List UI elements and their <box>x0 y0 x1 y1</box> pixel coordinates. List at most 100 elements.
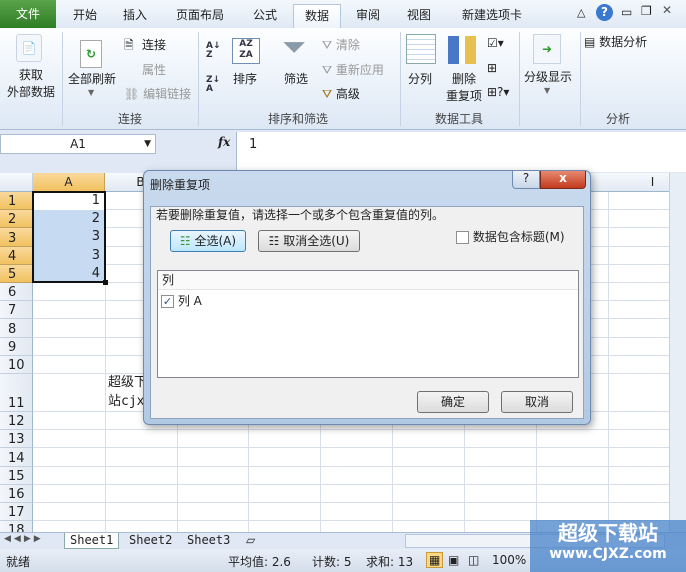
restore-icon[interactable]: ❐ <box>641 4 652 18</box>
vertical-scrollbar[interactable] <box>669 173 686 532</box>
tab-review[interactable]: 审阅 <box>344 4 392 28</box>
sort-button[interactable]: 排序 <box>233 70 257 87</box>
instruction-text: 若要删除重复值，请选择一个或多个包含重复值的列。 <box>156 208 445 222</box>
row-header-3[interactable]: 3 <box>0 228 33 247</box>
outline-button[interactable]: 分级显示 <box>524 68 572 85</box>
sheet-tab-2[interactable]: Sheet2 <box>124 533 177 549</box>
select-all-corner[interactable] <box>0 173 33 192</box>
reapply-button[interactable]: ⛛ 重新应用 <box>322 61 384 78</box>
group-label: 数据工具 <box>434 112 483 126</box>
zoom-level[interactable]: 100% <box>492 553 526 567</box>
refresh-all-button[interactable]: 全部刷新 <box>68 70 116 87</box>
tab-formulas[interactable]: 公式 <box>240 4 290 28</box>
label: 外部数据 <box>6 85 55 99</box>
minimize-icon[interactable]: ▭ <box>621 5 632 19</box>
insert-sheet-icon[interactable]: ▱ <box>246 533 255 547</box>
tab-data[interactable]: 数据 <box>293 4 341 28</box>
row-header-16[interactable]: 16 <box>0 484 33 503</box>
close-icon[interactable]: ✕ <box>662 3 672 17</box>
properties-button[interactable]: 属性 <box>142 61 166 78</box>
ok-button[interactable]: 确定 <box>417 391 489 413</box>
row-header-7[interactable]: 7 <box>0 301 33 320</box>
tab-file[interactable]: 文件 <box>0 0 56 28</box>
consolidate-icon[interactable]: ⊞ <box>487 61 497 75</box>
row-header-2[interactable]: 2 <box>0 210 33 229</box>
row-header-17[interactable]: 17 <box>0 503 33 522</box>
row-header-4[interactable]: 4 <box>0 246 33 265</box>
cell-a2[interactable]: 2 <box>34 210 104 228</box>
clear-filter-icon: ⛛ <box>322 38 333 52</box>
row-header-10[interactable]: 10 <box>0 355 33 374</box>
chevron-down-icon[interactable]: ▼ <box>144 135 151 154</box>
tab-home[interactable]: 开始 <box>60 4 110 28</box>
tab-insert[interactable]: 插入 <box>112 4 158 28</box>
edit-links-button[interactable]: ⛓ 编辑链接 <box>124 85 191 102</box>
status-average: 平均值: 2.6 <box>228 555 291 569</box>
help-button[interactable]: ? <box>512 171 540 189</box>
checkbox-checked[interactable]: ✓ <box>161 295 174 308</box>
checkbox[interactable] <box>456 231 469 244</box>
connections-button[interactable]: 连接 <box>142 36 166 53</box>
ribbon-tabs: 文件 开始 插入 页面布局 公式 数据 审阅 视图 新建选项卡 △ ? ▭ ❐ … <box>0 0 686 28</box>
what-if-icon[interactable]: ⊞?▾ <box>487 85 509 99</box>
clear-button[interactable]: ⛛ 清除 <box>322 36 360 53</box>
row-header-8[interactable]: 8 <box>0 319 33 338</box>
dropdown-arrow-icon[interactable]: ▼ <box>88 88 94 97</box>
get-external-data-button[interactable]: 获取 外部数据 <box>6 66 56 100</box>
gridline <box>608 192 609 532</box>
row-header-9[interactable]: 9 <box>0 337 33 356</box>
tab-new[interactable]: 新建选项卡 <box>450 4 534 28</box>
select-all-button[interactable]: ☷ 全选(A) <box>170 230 246 252</box>
link-icon: ⛓ <box>124 87 140 101</box>
status-sum: 求和: 13 <box>366 555 414 569</box>
label: 编辑链接 <box>143 87 192 101</box>
page-break-view-icon[interactable]: ◫ <box>468 553 479 567</box>
sort-z-a-icon[interactable]: Z↓ A <box>206 76 220 94</box>
cancel-button[interactable]: 取消 <box>501 391 573 413</box>
watermark-text: 超级下载站 <box>558 521 658 545</box>
unselect-all-icon: ☷ <box>268 234 280 248</box>
column-header-a[interactable]: A <box>33 173 105 192</box>
cell-a4[interactable]: 3 <box>34 247 104 265</box>
sheet-nav-arrows-icon[interactable]: ◀◀▶▶ <box>4 534 44 544</box>
row-header-1[interactable]: 1 <box>0 192 33 211</box>
group-label: 分析 <box>605 112 630 126</box>
data-analysis-button[interactable]: ▤ 数据分析 <box>584 33 647 50</box>
row-header-6[interactable]: 6 <box>0 283 33 302</box>
data-validation-icon[interactable]: ☑▾ <box>487 36 504 50</box>
minimize-ribbon-icon[interactable]: △ <box>577 6 585 19</box>
row-header-13[interactable]: 13 <box>0 430 33 449</box>
sheet-tab-1[interactable]: Sheet1 <box>64 533 120 549</box>
row-header-5[interactable]: 5 <box>0 264 33 283</box>
sheet-tab-3[interactable]: Sheet3 <box>182 533 235 549</box>
row-header-12[interactable]: 12 <box>0 412 33 431</box>
list-header: 列 <box>158 271 578 290</box>
text-to-columns-icon <box>406 34 436 64</box>
row-header-14[interactable]: 14 <box>0 448 33 467</box>
list-item[interactable]: ✓ 列 A <box>158 290 578 311</box>
tab-page-layout[interactable]: 页面布局 <box>165 4 235 28</box>
filter-button[interactable]: 筛选 <box>284 70 308 87</box>
remove-duplicates-button[interactable]: 删除 重复项 <box>446 70 482 104</box>
normal-view-icon[interactable]: ▦ <box>426 552 444 568</box>
cell-a5[interactable]: 4 <box>34 265 104 283</box>
row-header-11[interactable]: 11 <box>0 374 33 412</box>
formula-value: 1 <box>249 137 258 152</box>
help-icon[interactable]: ? <box>596 4 613 21</box>
outline-icon: ➜ <box>533 34 561 64</box>
sort-a-z-icon[interactable]: A↓ Z <box>206 42 221 60</box>
formula-input[interactable]: 1 <box>236 132 686 172</box>
tab-view[interactable]: 视图 <box>396 4 442 28</box>
unselect-all-button[interactable]: ☷ 取消全选(U) <box>258 230 360 252</box>
close-button[interactable]: x <box>540 171 586 189</box>
page-layout-view-icon[interactable]: ▣ <box>448 553 459 567</box>
dropdown-arrow-icon[interactable]: ▼ <box>544 86 550 95</box>
fx-icon[interactable]: fx <box>218 135 230 149</box>
row-header-15[interactable]: 15 <box>0 466 33 485</box>
name-box[interactable]: A1 ▼ <box>0 134 156 154</box>
cell-a1[interactable]: 1 <box>34 192 104 210</box>
cell-a3[interactable]: 3 <box>34 228 104 246</box>
has-headers-checkbox[interactable]: 数据包含标题(M) <box>456 228 565 245</box>
advanced-button[interactable]: ⛛ 高级 <box>322 85 360 102</box>
text-to-columns-button[interactable]: 分列 <box>408 70 432 87</box>
